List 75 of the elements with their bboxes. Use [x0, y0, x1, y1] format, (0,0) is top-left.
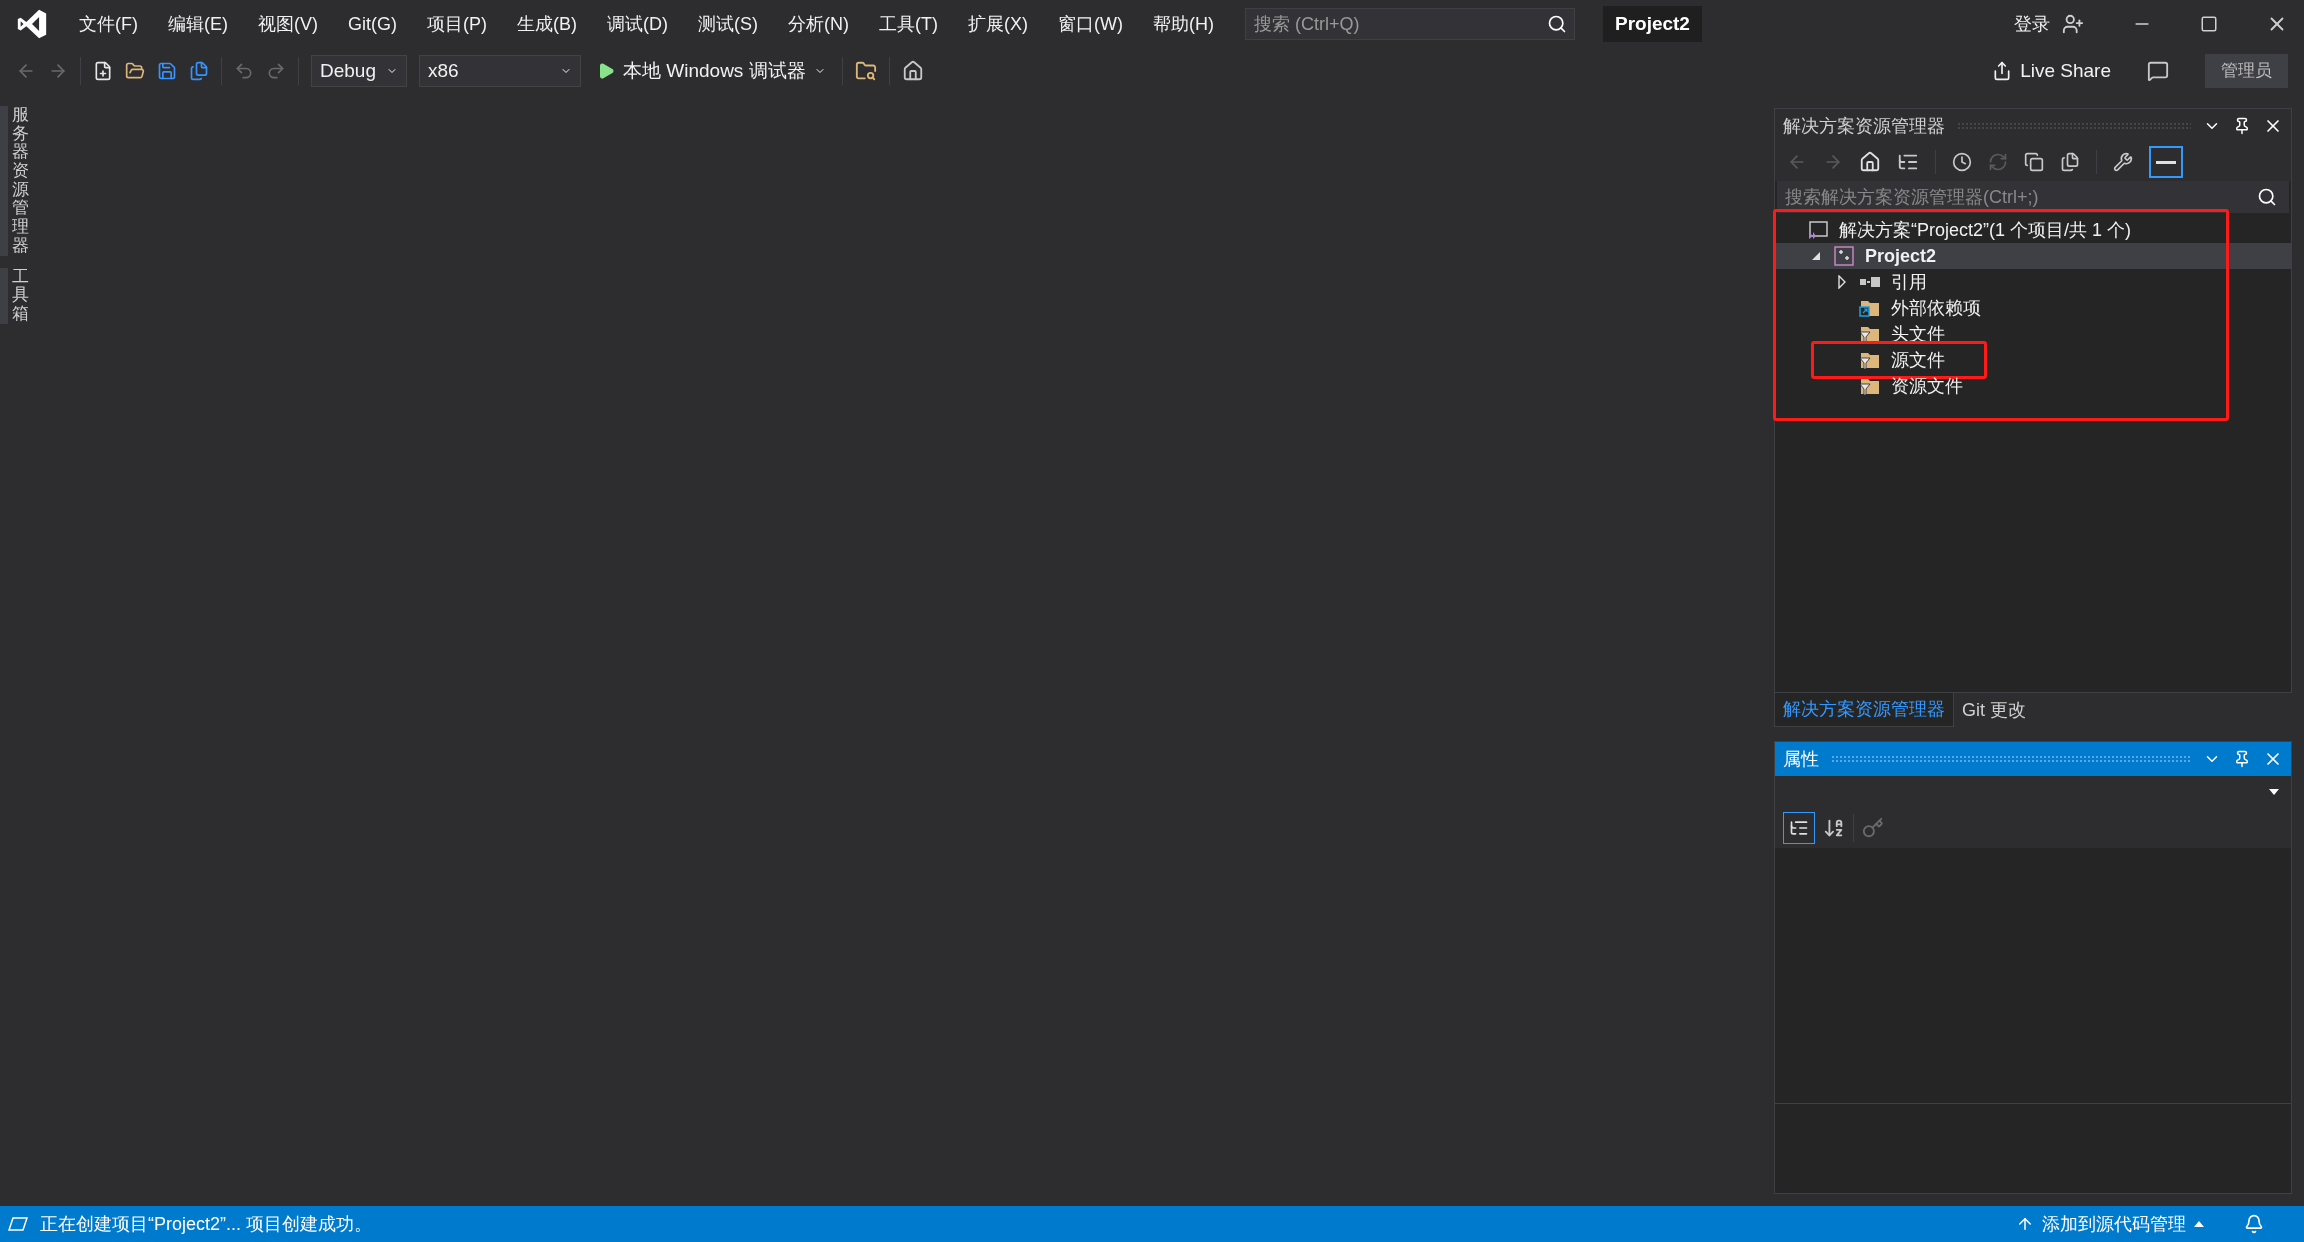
menu-item[interactable]: 视图(V): [243, 10, 333, 38]
menu-item[interactable]: 生成(B): [502, 10, 592, 38]
tree-item-label: 解决方案“Project2”(1 个项目/共 1 个): [1839, 218, 2132, 242]
folder-search-icon[interactable]: [854, 60, 877, 82]
alphabetical-icon[interactable]: [1823, 817, 1845, 839]
status-icon: [8, 1217, 28, 1231]
menu-item[interactable]: 分析(N): [773, 10, 864, 38]
logo-icon: [15, 7, 49, 41]
menu-item[interactable]: 工具(T): [864, 10, 953, 38]
menu-item[interactable]: 项目(P): [412, 10, 502, 38]
references-icon: [1859, 275, 1881, 289]
admin-badge: 管理员: [2205, 54, 2288, 88]
menu-item[interactable]: 测试(S): [683, 10, 773, 38]
tree-item-label: 外部依赖项: [1891, 296, 1981, 320]
collapsed-arrow-icon[interactable]: [1837, 275, 1847, 289]
tree-row[interactable]: 引用: [1775, 269, 2291, 295]
notification-icon[interactable]: [2244, 1214, 2264, 1234]
menu-item[interactable]: 调试(D): [592, 10, 683, 38]
panel-tab[interactable]: 解决方案资源管理器: [1774, 693, 1954, 727]
tree-item-label: Project2: [1865, 244, 1937, 268]
menu-item[interactable]: 扩展(X): [952, 10, 1043, 38]
tree-row[interactable]: 源文件: [1775, 347, 2291, 373]
filter-folder-icon: [1859, 376, 1881, 396]
tree-row[interactable]: 解决方案“Project2”(1 个项目/共 1 个): [1775, 217, 2291, 243]
panel-title: 属性: [1783, 747, 1819, 771]
feedback-icon[interactable]: [2147, 60, 2169, 82]
categorized-button[interactable]: [1783, 812, 1815, 844]
side-tab[interactable]: 工具箱: [0, 267, 32, 324]
tree-row[interactable]: Project2: [1775, 243, 2291, 269]
play-icon: [597, 62, 615, 80]
filter-folder-icon: [1859, 350, 1881, 370]
solution-icon: [1807, 220, 1829, 240]
source-control-button[interactable]: 添加到源代码管理: [2016, 1210, 2204, 1238]
search-icon[interactable]: [1546, 14, 1567, 34]
status-message: 正在创建项目“Project2”... 项目创建成功。: [40, 1212, 373, 1236]
add-user-icon[interactable]: [2062, 13, 2084, 35]
panel-title: 解决方案资源管理器: [1783, 114, 1945, 138]
configuration-dropdown[interactable]: Debug: [311, 55, 407, 87]
undo-icon[interactable]: [234, 61, 254, 81]
sign-in-link[interactable]: 登录: [2014, 10, 2050, 38]
menu-item[interactable]: 帮助(H): [1137, 10, 1229, 38]
dropdown-icon[interactable]: [2269, 789, 2279, 795]
open-folder-icon[interactable]: [125, 61, 145, 81]
tree-row[interactable]: 外部依赖项: [1775, 295, 2291, 321]
menu-item[interactable]: 编辑(E): [153, 10, 243, 38]
menu-item[interactable]: 文件(F): [64, 10, 153, 38]
tree-item-label: 源文件: [1891, 348, 1945, 372]
new-file-icon[interactable]: [93, 61, 113, 81]
side-tab[interactable]: 服务器资源管理器: [0, 106, 32, 256]
search-icon[interactable]: [2257, 187, 2277, 207]
collapse-all-icon[interactable]: [2024, 152, 2044, 172]
project-name: Project2: [1602, 5, 1702, 43]
tree-item-label: 资源文件: [1891, 374, 1963, 398]
caret-up-icon: [2194, 1221, 2204, 1227]
categorized-icon: [1789, 818, 1809, 838]
run-button[interactable]: 本地 Windows 调试器: [593, 56, 830, 86]
search-field[interactable]: 搜索 (Ctrl+Q): [1244, 8, 1575, 40]
redo-icon[interactable]: [266, 61, 286, 81]
project-icon: [1834, 246, 1854, 266]
show-all-files-icon[interactable]: [2060, 152, 2080, 172]
share-icon: [1992, 61, 2013, 81]
pin-icon[interactable]: [2233, 117, 2251, 135]
tree-row[interactable]: 资源文件: [1775, 373, 2291, 399]
maximize-icon[interactable]: [2200, 15, 2218, 33]
expanded-triangle-icon[interactable]: [1811, 251, 1821, 261]
save-icon[interactable]: [157, 61, 177, 81]
menu-item[interactable]: 窗口(W): [1042, 10, 1138, 38]
menu-item[interactable]: Git(G): [333, 10, 412, 38]
tree-item-label: 引用: [1891, 270, 1927, 294]
home-icon[interactable]: [1859, 151, 1881, 173]
panel-tab[interactable]: Git 更改: [1954, 693, 2034, 727]
platform-dropdown[interactable]: x86: [419, 55, 581, 87]
preview-toggle-button[interactable]: [2149, 146, 2183, 178]
live-share-button[interactable]: Live Share: [1992, 56, 2111, 86]
external-folder-icon: [1859, 298, 1881, 318]
